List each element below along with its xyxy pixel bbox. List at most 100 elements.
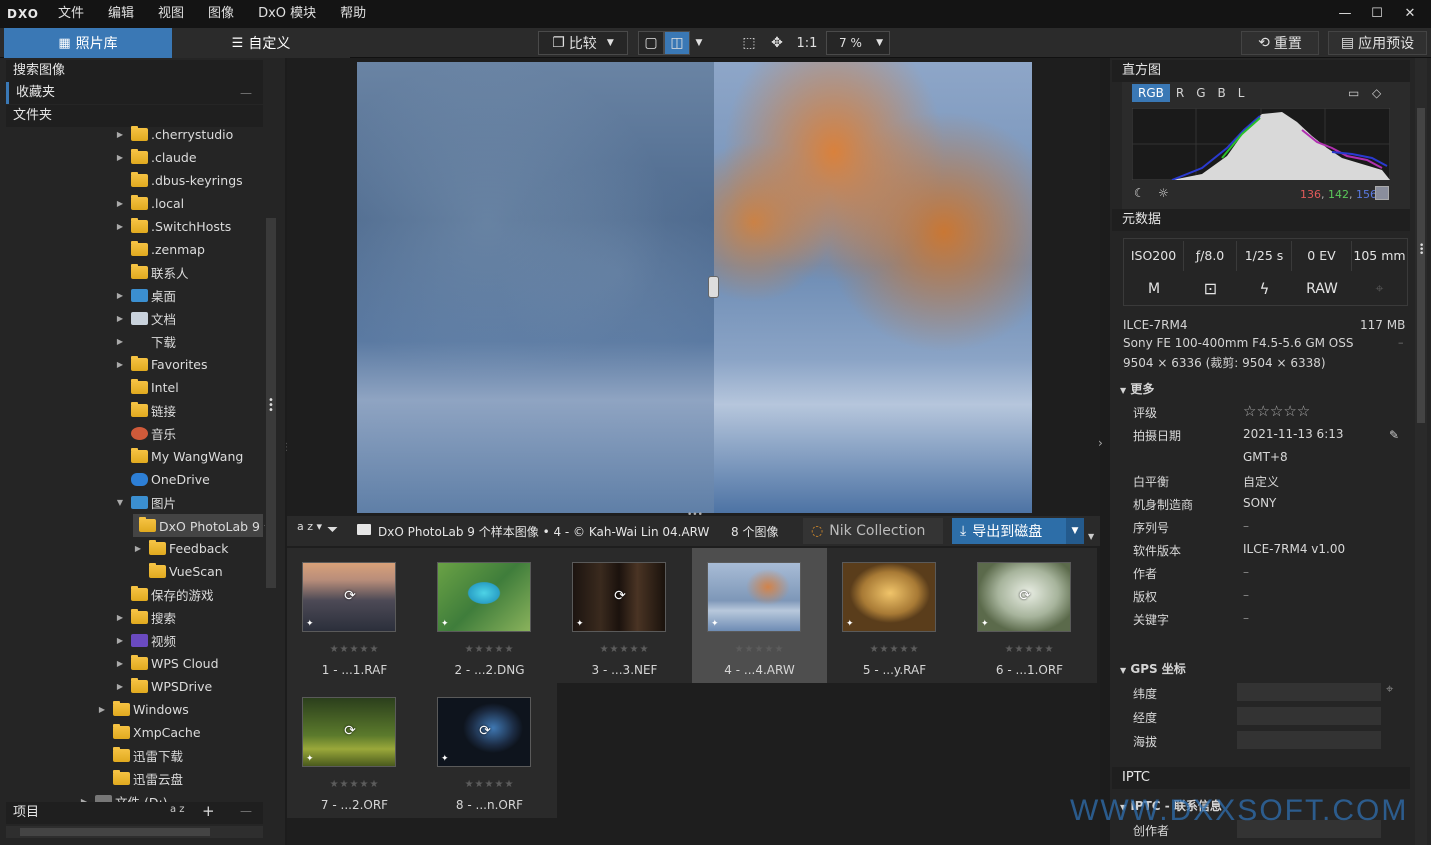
filmstrip-resize-handle[interactable]: •••	[687, 510, 703, 520]
menu-help[interactable]: 帮助	[328, 0, 378, 28]
metadata-header[interactable]: 元数据	[1112, 209, 1410, 231]
channel-g[interactable]: G	[1190, 84, 1211, 102]
sort-az-icon[interactable]: a z	[170, 804, 185, 815]
thumbnail-rating[interactable]: ★★★★★	[287, 644, 422, 655]
thumbnail-rating[interactable]: ★★★★★	[422, 779, 557, 790]
split-handle[interactable]	[708, 276, 719, 298]
filmstrip-options-icon[interactable]: ▼	[1088, 532, 1094, 541]
thumbnail-rating[interactable]: ★★★★★	[692, 644, 827, 655]
channel-rgb[interactable]: RGB	[1132, 84, 1170, 102]
thumbnail-item[interactable]: ✦ ★★★★★ 2 - ...2.DNG	[422, 548, 557, 683]
nik-collection-button[interactable]: ◌ Nik Collection	[803, 518, 943, 544]
menu-image[interactable]: 图像	[196, 0, 246, 28]
folder-tree-item[interactable]: DxO PhotoLab 9 个	[133, 514, 265, 537]
channel-l[interactable]: L	[1232, 84, 1251, 102]
panel-handle-icon[interactable]: • • •	[268, 396, 274, 416]
chevron-down-icon[interactable]: ▼	[607, 38, 614, 48]
gamut-icon[interactable]: ◇	[1372, 86, 1381, 100]
longitude-field[interactable]	[1237, 707, 1381, 725]
tab-photo-library[interactable]: ▦ 照片库	[4, 28, 172, 58]
monitor-icon[interactable]: ▭	[1348, 86, 1359, 100]
split-view-button[interactable]: ◫	[664, 31, 690, 55]
minimize-button[interactable]: —	[1330, 0, 1360, 28]
folder-tree-item[interactable]: My WangWang	[115, 445, 243, 468]
folder-tree-item[interactable]: .zenmap	[115, 238, 205, 261]
tab-customize[interactable]: ☰ 自定义	[172, 28, 350, 58]
compare-button[interactable]: ❐ 比较 ▼	[538, 31, 628, 55]
expand-arrow-icon[interactable]: ▶	[115, 153, 125, 162]
view-dropdown[interactable]: ▼	[690, 31, 708, 55]
more-section[interactable]: ▼ 更多	[1120, 380, 1154, 397]
thumbnail-item[interactable]: ✦ ⟳ ★★★★★ 1 - ...1.RAF	[287, 548, 422, 683]
maximize-button[interactable]: ☐	[1362, 0, 1392, 28]
menu-edit[interactable]: 编辑	[96, 0, 146, 28]
expand-arrow-icon[interactable]: ▼	[115, 498, 125, 507]
shadows-clipping-icon[interactable]: ☾	[1134, 186, 1145, 200]
apply-preset-button[interactable]: ▤ 应用预设	[1328, 31, 1427, 55]
expand-arrow-icon[interactable]: ▶	[115, 636, 125, 645]
compare-image[interactable]	[357, 62, 1032, 513]
map-pin-icon[interactable]: ⌖	[1386, 682, 1393, 697]
thumbnail-item[interactable]: ✦ ⟳ ★★★★★ 6 - ...1.ORF	[962, 548, 1097, 683]
projects-header[interactable]: 项目	[6, 802, 263, 824]
expand-arrow-icon[interactable]: ▶	[115, 659, 125, 668]
folder-tree-item[interactable]: XmpCache	[97, 721, 201, 744]
menu-dxo-modules[interactable]: DxO 模块	[246, 0, 328, 28]
iptc-header[interactable]: IPTC	[1112, 767, 1410, 789]
menu-file[interactable]: 文件	[46, 0, 96, 28]
folder-tree-item[interactable]: 音乐	[115, 422, 176, 445]
pan-button[interactable]: ✥	[766, 31, 788, 55]
folder-tree-item[interactable]: ▶ .SwitchHosts	[115, 215, 231, 238]
folder-tree-item[interactable]: ▶ 桌面	[115, 284, 176, 307]
thumbnail-rating[interactable]: ★★★★★	[557, 644, 692, 655]
histogram-header[interactable]: 直方图	[1112, 60, 1410, 82]
expand-arrow-icon[interactable]: ▶	[115, 199, 125, 208]
folder-tree-item[interactable]: OneDrive	[115, 468, 210, 491]
folder-tree-item[interactable]: ▶ 搜索	[115, 606, 176, 629]
folder-tree-item[interactable]: ▶ .local	[115, 192, 184, 215]
zoom-1to1-button[interactable]: 1:1	[794, 31, 820, 55]
folder-tree-item[interactable]: ▶ Windows	[97, 698, 189, 721]
expand-arrow-icon[interactable]: ▶	[115, 130, 125, 139]
thumbnail-rating[interactable]: ★★★★★	[287, 779, 422, 790]
folder-tree-item[interactable]: ▶ Favorites	[115, 353, 207, 376]
remove-project-button[interactable]: —	[240, 804, 252, 818]
expand-arrow-icon[interactable]: ▶	[115, 613, 125, 622]
folder-tree-item[interactable]: ▼ 图片	[115, 491, 176, 514]
folder-tree-item[interactable]: ▶ 视频	[115, 629, 176, 652]
folder-tree-item[interactable]: 迅雷云盘	[97, 767, 183, 790]
folder-tree-item[interactable]: 迅雷下载	[97, 744, 183, 767]
expand-arrow-icon[interactable]: ▶	[115, 337, 125, 346]
thumbnail-item[interactable]: ✦ ⟳ ★★★★★ 8 - ...n.ORF	[422, 683, 557, 818]
single-view-button[interactable]: ▢	[638, 31, 664, 55]
folder-tree-item[interactable]: 联系人	[115, 261, 189, 284]
folder-tree-item[interactable]: ▶ WPS Cloud	[115, 652, 219, 675]
expand-arrow-icon[interactable]: ▶	[115, 360, 125, 369]
projects-scrollbar[interactable]	[6, 826, 263, 838]
highlights-clipping-icon[interactable]: ☼	[1158, 186, 1169, 200]
folder-tree-item[interactable]: Intel	[115, 376, 179, 399]
latitude-field[interactable]	[1237, 683, 1381, 701]
altitude-field[interactable]	[1237, 731, 1381, 749]
zoom-select[interactable]: 7 % ▼	[826, 31, 890, 55]
folder-tree-item[interactable]: ▶ 下载	[115, 330, 176, 353]
thumbnail-rating[interactable]: ★★★★★	[827, 644, 962, 655]
folder-tree-item[interactable]: .dbus-keyrings	[115, 169, 243, 192]
channel-b[interactable]: B	[1212, 84, 1232, 102]
edit-date-icon[interactable]: ✎	[1389, 428, 1399, 442]
thumbnail-rating[interactable]: ★★★★★	[422, 644, 557, 655]
export-to-disk-button[interactable]: ⤓ 导出到磁盘	[952, 518, 1066, 544]
reset-button[interactable]: ⟲ 重置	[1241, 31, 1319, 55]
thumbnail-item[interactable]: ✦ ★★★★★ 5 - ...y.RAF	[827, 548, 962, 683]
rating-stars[interactable]: ☆☆☆☆☆	[1243, 402, 1310, 420]
export-dropdown[interactable]: ▼	[1066, 518, 1084, 544]
thumbnail-item[interactable]: ✦ ⟳ ★★★★★ 7 - ...2.ORF	[287, 683, 422, 818]
sort-button[interactable]: a z ▾	[297, 521, 322, 532]
thumbnail-item[interactable]: ✦ ⟳ ★★★★★ 3 - ...3.NEF	[557, 548, 692, 683]
thumbnail-rating[interactable]: ★★★★★	[962, 644, 1097, 655]
folder-tree-item[interactable]: 保存的游戏	[115, 583, 214, 606]
folder-tree-item[interactable]: 链接	[115, 399, 176, 422]
gps-section[interactable]: ▼ GPS 坐标	[1120, 660, 1186, 677]
thumbnail-item[interactable]: ✦ ★★★★★ 4 - ...4.ARW	[692, 548, 827, 683]
collapse-icon[interactable]: —	[240, 86, 252, 100]
